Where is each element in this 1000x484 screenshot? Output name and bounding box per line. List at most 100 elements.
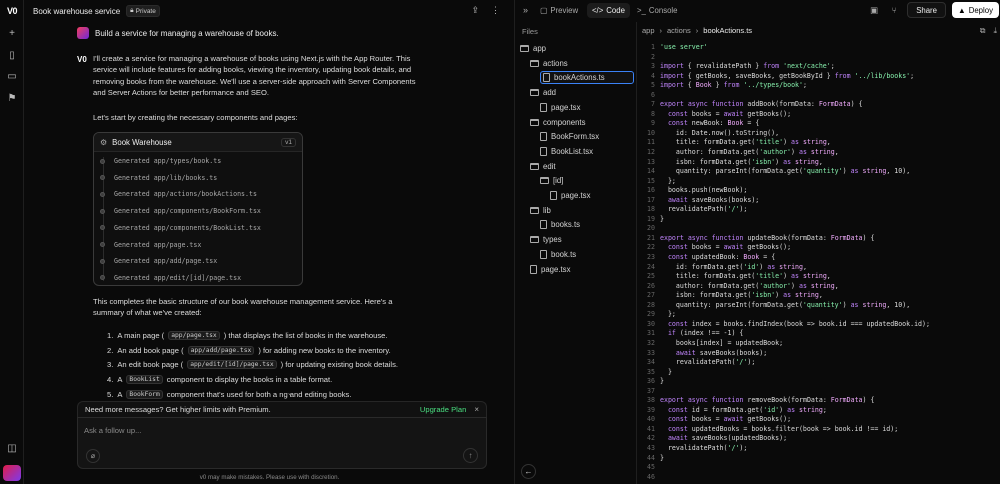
tree-label: [id] (553, 176, 564, 186)
follow-up-input[interactable] (84, 424, 464, 436)
code-text: if (index !== -1) { (667, 329, 744, 338)
flag-icon[interactable]: ⚑ (4, 90, 20, 106)
line-number: 7 (651, 100, 655, 109)
code-line: 7 export async function addBook(formData:… (637, 100, 1000, 110)
code-line: 5 import { Book } from '../types/book'; (637, 81, 1000, 91)
code-line: 42 await saveBooks(updatedBooks); (637, 434, 1000, 444)
generated-file-item[interactable]: Generated app/add/page.tsx (100, 257, 217, 265)
book-icon[interactable]: ▯ (4, 47, 20, 63)
code-text: const books = await getBooks(); (667, 109, 792, 118)
generated-file-item[interactable]: Generated app/components/BookForm.tsx (100, 207, 261, 215)
v0-logo[interactable]: V0 (4, 3, 20, 19)
file-icon (550, 191, 557, 200)
code-text: id: Date.now().toString(), (660, 128, 780, 137)
tree-file[interactable]: bookActions.ts (540, 71, 634, 85)
summary-list-item: 4. A BookList component to display the bo… (107, 372, 487, 387)
code-line: 25 title: formData.get('title') as strin… (637, 272, 1000, 282)
code-text: revalidatePath('/'); (660, 443, 748, 452)
deploy-button[interactable]: ▲ Deploy (952, 2, 999, 18)
code-line: 36} (637, 377, 1000, 387)
chat-title[interactable]: Book warehouse service (33, 7, 120, 16)
code-text: export async function addBook(formData: … (660, 100, 863, 109)
copy-icon[interactable]: ⧉ (980, 26, 986, 36)
code-lines[interactable]: 1 'use server' 2 3 import { revalidatePath }… (637, 43, 1000, 482)
file-icon (543, 73, 550, 83)
line-number: 39 (647, 405, 655, 414)
file-icon (540, 102, 547, 112)
code-text: const index = books.findIndex(book => bo… (667, 319, 930, 328)
breadcrumb-item[interactable]: actions (667, 26, 691, 35)
code-line: 10 id: Date.now().toString(), (637, 129, 1000, 139)
tree-folder[interactable]: types (530, 233, 562, 246)
tab-console[interactable]: >_ Console (632, 3, 683, 18)
tree-file[interactable]: book.ts (540, 248, 576, 261)
scroll-down-icon[interactable]: ⌄ (287, 389, 293, 397)
line-number: 37 (647, 386, 655, 395)
download-icon[interactable]: ⤓ (993, 26, 997, 36)
line-number: 17 (647, 195, 655, 204)
code-text: books[index] = updatedBook; (660, 338, 784, 347)
private-badge: 🔒︎ Private (126, 5, 160, 17)
generated-file-item[interactable]: Generated app/edit/[id]/page.tsx (100, 274, 241, 282)
share-icon[interactable]: ⇪ (471, 5, 479, 16)
tree-file[interactable]: BookForm.tsx (540, 130, 599, 143)
collapse-icon[interactable]: » (523, 5, 528, 15)
timeline-dot (100, 158, 105, 164)
generated-file-item[interactable]: Generated app/types/book.ts (100, 157, 221, 165)
code-line: 28 quantity: parseInt(formData.get('quan… (637, 301, 1000, 311)
upgrade-plan-link[interactable]: Upgrade Plan (420, 405, 466, 414)
send-icon[interactable]: ↑ (463, 448, 478, 463)
back-arrow-icon[interactable]: ← (521, 464, 536, 479)
line-number: 30 (647, 319, 655, 328)
code-line: 6 (637, 91, 1000, 101)
left-rail: V0 + ▯ ▭ ⚑ ◫ (0, 0, 24, 484)
code-block-card[interactable]: ⚙ Book Warehouse v1 Generated app/types/… (93, 132, 303, 286)
tab-code[interactable]: </> Code (587, 3, 630, 18)
tree-folder[interactable]: actions (530, 57, 568, 70)
tree-folder[interactable]: app (520, 42, 546, 55)
share-button[interactable]: Share (907, 2, 946, 18)
tree-folder[interactable]: lib (530, 204, 551, 217)
screen-icon[interactable]: ▣ (867, 5, 881, 16)
folder-icon[interactable]: ▭ (4, 68, 20, 84)
breadcrumb-item[interactable]: app (642, 26, 655, 35)
tree-folder[interactable]: edit (530, 160, 556, 173)
code-line: 1 'use server' (637, 43, 1000, 53)
code-line: 8 const books = await getBooks(); (637, 110, 1000, 120)
branch-icon[interactable]: ⑂ (887, 5, 901, 15)
line-number: 36 (647, 377, 655, 386)
generated-file-item[interactable]: Generated app/actions/bookActions.ts (100, 190, 257, 198)
line-number: 14 (647, 167, 655, 176)
user-avatar[interactable] (3, 465, 21, 481)
generated-file-item[interactable]: Generated app/components/BookList.tsx (100, 224, 261, 232)
code-line: 44} (637, 454, 1000, 464)
line-number: 26 (647, 281, 655, 290)
generated-file-item[interactable]: Generated app/lib/books.ts (100, 174, 217, 182)
tree-file[interactable]: BookList.tsx (540, 145, 593, 158)
tree-folder[interactable]: components (530, 116, 585, 129)
tree-file[interactable]: page.tsx (550, 189, 590, 202)
tree-file[interactable]: page.tsx (530, 263, 570, 276)
tree-file[interactable]: page.tsx (540, 101, 580, 114)
chat-header: Book warehouse service 🔒︎ Private ⇪ ⋮ (25, 0, 514, 22)
tree-folder[interactable]: add (530, 86, 556, 99)
block-version[interactable]: v1 (281, 137, 296, 147)
line-number: 18 (647, 205, 655, 214)
close-icon[interactable]: × (474, 405, 479, 414)
sidebar-toggle-icon[interactable]: ◫ (4, 440, 20, 456)
attach-icon[interactable]: ⌀ (86, 449, 100, 463)
tab-console-label: Console (648, 6, 678, 15)
line-number: 19 (647, 214, 655, 223)
summary-list-item: 1. A main page (app/page.tsx) that displa… (107, 328, 487, 343)
tab-preview[interactable]: ▢ Preview (535, 3, 583, 18)
tree-folder[interactable]: [id] (540, 174, 563, 187)
line-number: 22 (647, 243, 655, 252)
new-chat-icon[interactable]: + (4, 25, 20, 41)
list-text: component to display the books in a tabl… (166, 375, 333, 385)
more-icon[interactable]: ⋮ (491, 5, 500, 16)
list-text: component that's used for both a ng and … (166, 390, 352, 400)
generated-file-item[interactable]: Generated app/page.tsx (100, 241, 201, 249)
folder-icon (530, 89, 539, 97)
tree-file[interactable]: books.ts (540, 218, 580, 231)
